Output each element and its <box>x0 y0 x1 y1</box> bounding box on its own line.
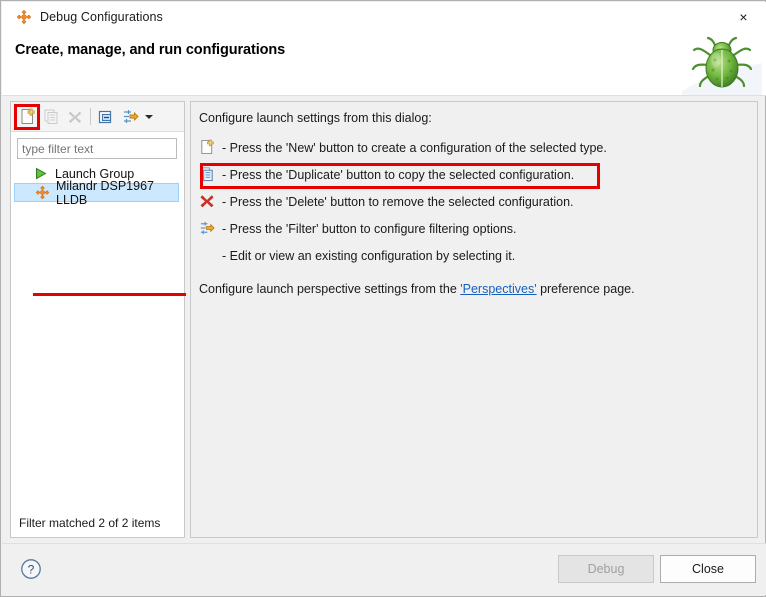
new-file-icon <box>199 139 217 157</box>
filter-icon <box>199 220 217 238</box>
dialog-footer: ? Debug Close <box>2 543 766 595</box>
collapse-all-button[interactable] <box>94 105 118 129</box>
configurations-tree: Launch Group Milandr DSP1967 LLDB <box>12 164 183 207</box>
instruction-row-delete: - Press the 'Delete' button to remove th… <box>199 188 751 215</box>
filter-input[interactable] <box>17 138 177 159</box>
delete-button <box>63 105 87 129</box>
delete-x-icon <box>199 193 217 211</box>
configurations-toolbar <box>11 102 184 132</box>
close-button[interactable]: Close <box>660 555 756 583</box>
instructions-intro: Configure launch settings from this dial… <box>199 111 432 125</box>
instruction-text: - Press the 'Duplicate' button to copy t… <box>222 167 575 182</box>
perspectives-link[interactable]: 'Perspectives' <box>460 282 536 296</box>
perspectives-note-prefix: Configure launch perspective settings fr… <box>199 282 461 296</box>
annotation-underline-selected-config <box>33 293 186 296</box>
green-bug-icon <box>682 33 762 95</box>
filter-button[interactable] <box>118 105 142 129</box>
instruction-text: - Edit or view an existing configuration… <box>222 248 516 263</box>
instructions-pane: Configure launch settings from this dial… <box>190 101 758 538</box>
instructions-list: - Press the 'New' button to create a con… <box>199 134 751 269</box>
instruction-text: - Press the 'Delete' button to remove th… <box>222 194 574 209</box>
perspectives-note-suffix: preference page. <box>536 282 635 296</box>
window-title: Debug Configurations <box>40 10 163 24</box>
toolbar-divider <box>90 108 91 125</box>
instruction-row-filter: - Press the 'Filter' button to configure… <box>199 215 751 242</box>
instruction-text: - Press the 'New' button to create a con… <box>222 140 607 155</box>
milandr-config-icon <box>35 185 51 201</box>
title-bar: Debug Configurations × <box>2 2 766 32</box>
tree-item-milandr-dsp1967-lldb[interactable]: Milandr DSP1967 LLDB <box>14 179 179 207</box>
instruction-row-edit: - Edit or view an existing configuration… <box>199 242 751 269</box>
header-divider <box>2 95 766 96</box>
dialog-body: Launch Group <box>10 101 758 538</box>
help-question-icon[interactable]: ? <box>20 558 42 580</box>
duplicate-button <box>39 105 63 129</box>
debug-button[interactable]: Debug <box>558 555 654 583</box>
launch-group-icon <box>34 166 50 182</box>
new-launch-configuration-button[interactable] <box>15 105 39 129</box>
svg-text:?: ? <box>28 562 35 576</box>
debug-configurations-dialog: Debug Configurations × Create, manage, a… <box>0 0 766 597</box>
tree-item-label: Milandr DSP1967 LLDB <box>56 178 154 207</box>
instruction-row-duplicate: - Press the 'Duplicate' button to copy t… <box>199 161 751 188</box>
perspectives-note: Configure launch perspective settings fr… <box>199 282 635 296</box>
instruction-text: - Press the 'Filter' button to configure… <box>222 221 517 236</box>
filter-status-text: Filter matched 2 of 2 items <box>19 516 161 530</box>
configurations-pane: Launch Group <box>10 101 186 538</box>
close-icon[interactable]: × <box>721 2 766 32</box>
duplicate-icon <box>199 166 217 184</box>
instruction-row-new: - Press the 'New' button to create a con… <box>199 134 751 161</box>
page-title: Create, manage, and run configurations <box>15 42 286 58</box>
chevron-down-icon[interactable] <box>142 105 156 129</box>
debug-configurations-icon <box>16 9 32 25</box>
dialog-header: Create, manage, and run configurations <box>2 32 766 95</box>
